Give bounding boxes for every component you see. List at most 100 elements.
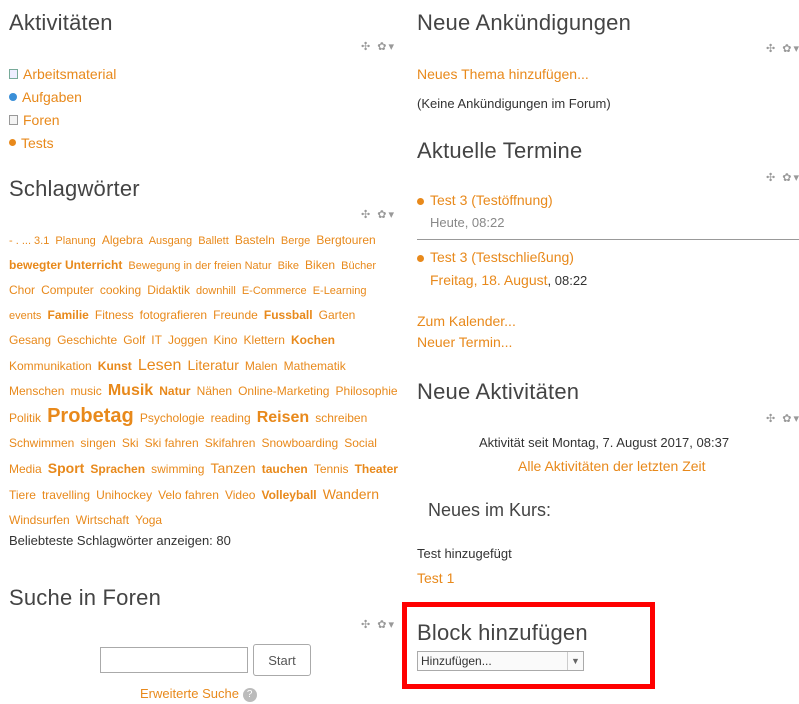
tag-link[interactable]: E-Learning xyxy=(313,285,367,297)
activity-item-tests[interactable]: Tests xyxy=(9,131,116,154)
tag-link[interactable]: Volleyball xyxy=(261,488,316,502)
tag-link[interactable]: Ausgang xyxy=(149,235,192,247)
tag-link[interactable]: Kino xyxy=(213,333,237,347)
tag-link[interactable]: Bewegung in der freien Natur xyxy=(128,260,271,272)
tag-link[interactable]: Mathematik xyxy=(284,359,346,373)
event-link[interactable]: Test 3 (Testschließung) xyxy=(430,249,574,265)
tag-link[interactable]: IT xyxy=(151,333,162,347)
tag-link[interactable]: Ski fahren xyxy=(145,436,199,450)
tag-link[interactable]: music xyxy=(70,384,101,398)
tag-link[interactable]: Velo fahren xyxy=(158,488,219,502)
tag-link[interactable]: Natur xyxy=(159,384,190,398)
tag-link[interactable]: Familie xyxy=(47,308,88,322)
activity-link[interactable]: Aufgaben xyxy=(22,89,82,105)
block-controls-icon[interactable]: ✣ ✿▾ xyxy=(766,171,799,184)
event-date-link[interactable]: Freitag, 18. August xyxy=(430,272,548,288)
tag-link[interactable]: Tiere xyxy=(9,488,36,502)
tag-link[interactable]: Basteln xyxy=(235,233,275,247)
tag-link[interactable]: Wandern xyxy=(323,486,379,502)
tag-link[interactable]: Ski xyxy=(122,436,139,450)
tag-link[interactable]: Snowboarding xyxy=(261,436,338,450)
tag-link[interactable]: - . ... 3.1 xyxy=(9,235,49,247)
tag-link[interactable]: tauchen xyxy=(262,462,308,476)
tag-link[interactable]: Berge xyxy=(281,235,310,247)
tag-link[interactable]: Yoga xyxy=(135,513,162,527)
tag-link[interactable]: Fussball xyxy=(264,308,313,322)
tag-link[interactable]: Philosophie xyxy=(336,384,398,398)
tag-link[interactable]: bewegter Unterricht xyxy=(9,258,122,272)
tag-link[interactable]: Joggen xyxy=(168,333,207,347)
tag-link[interactable]: Bergtouren xyxy=(316,233,375,247)
tag-link[interactable]: travelling xyxy=(42,488,90,502)
tag-link[interactable]: Literatur xyxy=(188,357,239,373)
activity-item-arbeitsmaterial[interactable]: Arbeitsmaterial xyxy=(9,62,116,85)
tag-link[interactable]: swimming xyxy=(151,462,204,476)
tag-link[interactable]: Video xyxy=(225,488,255,502)
activity-link[interactable]: Foren xyxy=(23,112,60,128)
activity-link[interactable]: Tests xyxy=(21,135,54,151)
all-activities-link[interactable]: Alle Aktivitäten der letzten Zeit xyxy=(518,458,706,474)
tag-link[interactable]: Online-Marketing xyxy=(238,384,329,398)
tag-link[interactable]: Sport xyxy=(48,460,85,476)
tag-link[interactable]: Bike xyxy=(278,260,299,272)
tag-link[interactable]: Gesang xyxy=(9,333,51,347)
show-popular-tags[interactable]: Beliebteste Schlagwörter anzeigen: 80 xyxy=(9,533,231,548)
tag-link[interactable]: Wirtschaft xyxy=(76,513,129,527)
tag-link[interactable]: Psychologie xyxy=(140,411,205,425)
advanced-search-link[interactable]: Erweiterte Suche xyxy=(140,686,239,701)
block-controls-icon[interactable]: ✣ ✿▾ xyxy=(361,618,396,631)
tag-link[interactable]: Sprachen xyxy=(90,462,145,476)
search-start-button[interactable]: Start xyxy=(253,644,311,676)
tag-link[interactable]: Musik xyxy=(108,382,153,399)
tag-link[interactable]: Chor xyxy=(9,283,35,297)
calendar-link[interactable]: Zum Kalender... xyxy=(417,313,516,329)
activity-item-foren[interactable]: Foren xyxy=(9,108,116,131)
tag-link[interactable]: Politik xyxy=(9,411,41,425)
tag-link[interactable]: downhill xyxy=(196,285,236,297)
tag-link[interactable]: Ballett xyxy=(198,235,229,247)
block-controls-icon[interactable]: ✣ ✿▾ xyxy=(361,40,396,53)
tag-link[interactable]: Planung xyxy=(55,235,95,247)
tag-link[interactable]: Freunde xyxy=(213,308,258,322)
tag-link[interactable]: Tanzen xyxy=(211,460,256,476)
help-icon[interactable]: ? xyxy=(242,687,257,702)
tag-link[interactable]: singen xyxy=(80,436,115,450)
tag-link[interactable]: Skifahren xyxy=(205,436,256,450)
tag-link[interactable]: Kommunikation xyxy=(9,359,92,373)
tag-link[interactable]: Kochen xyxy=(291,333,335,347)
block-controls-icon[interactable]: ✣ ✿▾ xyxy=(361,208,396,221)
activity-item-aufgaben[interactable]: Aufgaben xyxy=(9,85,116,108)
tag-link[interactable]: reading xyxy=(211,411,251,425)
tag-link[interactable]: Algebra xyxy=(102,233,143,247)
tag-link[interactable]: schreiben xyxy=(315,411,367,425)
tag-link[interactable]: Windsurfen xyxy=(9,513,70,527)
activity-link[interactable]: Arbeitsmaterial xyxy=(23,66,116,82)
tag-link[interactable]: Didaktik xyxy=(147,283,190,297)
tag-link[interactable]: Fitness xyxy=(95,308,134,322)
tag-link[interactable]: Nähen xyxy=(197,384,232,398)
tag-link[interactable]: Lesen xyxy=(138,357,182,374)
tag-link[interactable]: Menschen xyxy=(9,384,64,398)
tag-link[interactable]: Tennis xyxy=(314,462,349,476)
tag-link[interactable]: E-Commerce xyxy=(242,285,307,297)
tag-link[interactable]: Schwimmen xyxy=(9,436,74,450)
tag-link[interactable]: Theater xyxy=(355,462,398,476)
tag-link[interactable]: Garten xyxy=(319,308,356,322)
tag-link[interactable]: cooking xyxy=(100,283,141,297)
tag-link[interactable]: Kunst xyxy=(98,359,132,373)
tag-link[interactable]: Bücher xyxy=(341,260,376,272)
tag-link[interactable]: Geschichte xyxy=(57,333,117,347)
tag-link[interactable]: Golf xyxy=(123,333,145,347)
block-controls-icon[interactable]: ✣ ✿▾ xyxy=(766,412,799,425)
add-topic-link[interactable]: Neues Thema hinzufügen... xyxy=(417,66,589,82)
tag-link[interactable]: events xyxy=(9,310,41,322)
tag-link[interactable]: Malen xyxy=(245,359,278,373)
tag-link[interactable]: Unihockey xyxy=(96,488,152,502)
tag-link[interactable]: Biken xyxy=(305,258,335,272)
test1-link[interactable]: Test 1 xyxy=(417,570,454,586)
tag-link[interactable]: Computer xyxy=(41,283,94,297)
tag-link[interactable]: Reisen xyxy=(257,409,309,426)
tag-link[interactable]: Klettern xyxy=(244,333,285,347)
new-event-link[interactable]: Neuer Termin... xyxy=(417,334,512,350)
add-block-select[interactable]: Hinzufügen... ▼ xyxy=(417,651,584,671)
